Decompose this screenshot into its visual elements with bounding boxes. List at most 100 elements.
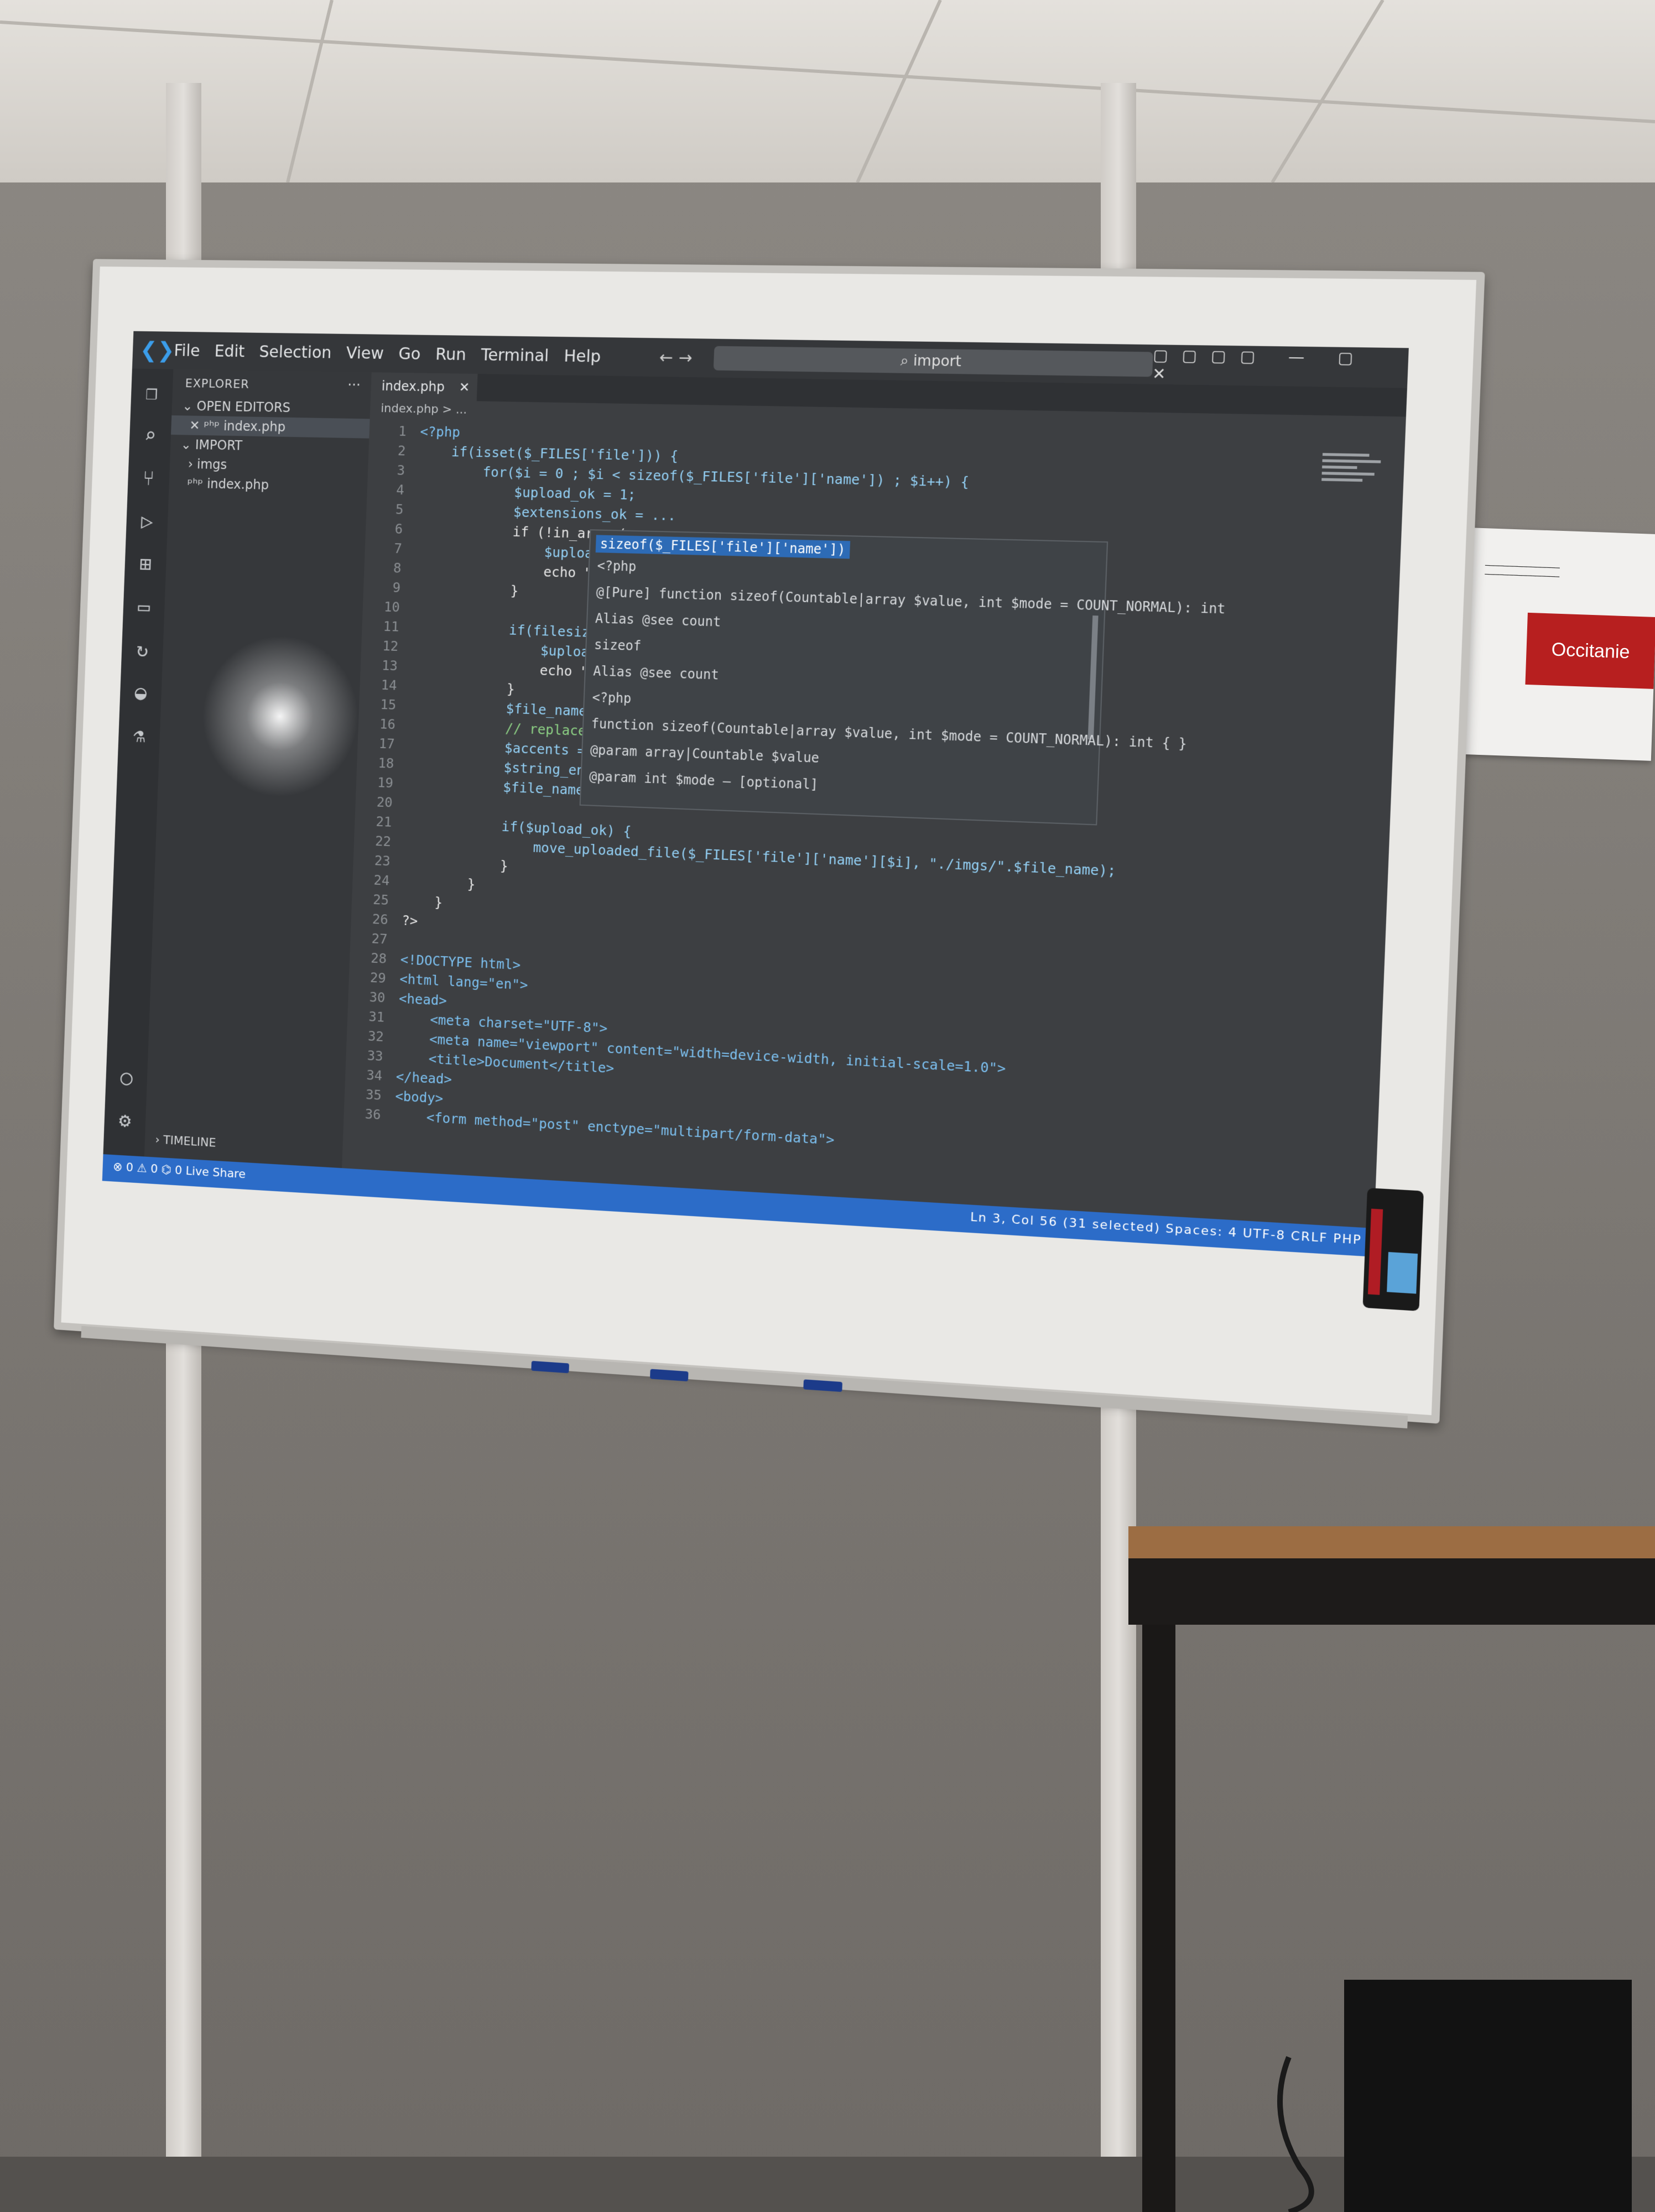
code-text: <?php [420,424,460,440]
taskbar-app-icon[interactable] [925,1240,943,1257]
remote-explorer-icon[interactable]: ▭ [131,593,157,620]
code-text: <body> [395,1088,444,1107]
settings-gear-icon[interactable]: ⚙ [112,1107,138,1134]
poster-logo: Occitanie [1525,613,1655,689]
menu-run[interactable]: Run [435,345,467,364]
taskbar-app-icon[interactable] [858,1236,876,1254]
explorer-icon[interactable]: ❐ [139,379,164,405]
line-number: 27 [350,928,388,949]
line-number: 7 [365,538,402,559]
line-number: 32 [346,1025,384,1047]
line-number: 18 [357,753,394,774]
line-number: 1 [369,421,407,441]
eraser-stripe [1368,1209,1383,1295]
autocomplete-hover-popup[interactable]: sizeof($_FILES['file']['name']) <?php @[P… [580,529,1108,825]
testing-icon[interactable]: ⚗ [127,722,152,748]
projected-screen: ❮❯ File Edit Selection View Go Run Termi… [102,331,1409,1257]
taskbar-app-icon[interactable] [792,1232,809,1250]
window-controls[interactable]: ▢▢▢▢ — ▢ ✕ [1152,346,1397,387]
menu-go[interactable]: Go [398,344,421,363]
line-number: 25 [352,889,389,910]
command-search-box[interactable]: ⌕ import [714,346,1153,377]
php-file-icon: ᵖʰᵖ [179,476,207,491]
line-number: 31 [347,1006,385,1027]
line-number: 3 [368,460,405,481]
ceiling [0,0,1655,182]
line-number: 34 [345,1065,383,1086]
whiteboard: ❮❯ File Edit Selection View Go Run Termi… [54,259,1485,1423]
minimap-line [1322,472,1375,476]
menu-selection[interactable]: Selection [259,342,332,362]
account-icon[interactable]: ◯ [114,1064,139,1091]
marker [803,1379,842,1392]
code-text: } [402,893,443,911]
line-number: 16 [358,713,395,734]
run-debug-icon[interactable]: ▷ [134,508,160,534]
board-eraser [1363,1188,1424,1311]
line-number: 19 [356,772,393,793]
minimap-line [1322,466,1357,469]
live-share-icon[interactable]: ↻ [129,637,155,663]
wall-poster: ──────────────── ──────────────── Occitan… [1462,528,1655,761]
line-number: 4 [367,479,404,500]
table-apron [1128,1558,1655,1625]
code-text [406,795,407,811]
line-number: 14 [360,675,397,695]
code-text: } [404,854,508,874]
hover-doc-line: <?php [592,690,632,706]
poster-brand: Occitanie [1551,639,1630,663]
menu-view[interactable]: View [346,343,384,363]
code-text: <head> [399,990,447,1009]
menu-help[interactable]: Help [564,346,601,366]
line-number: 24 [352,869,390,890]
menu-file[interactable]: File [174,341,200,361]
line-number: 5 [366,499,404,520]
chevron-down-icon: ⌄ [181,437,196,452]
line-number: 23 [353,850,391,871]
table-top [1128,1526,1655,1558]
chevron-right-icon: › [155,1133,164,1147]
taskbar-app-icon[interactable] [726,1228,743,1246]
search-placeholder: import [913,353,961,371]
more-actions-icon[interactable]: ··· [347,377,361,394]
line-number: 21 [355,811,392,832]
taskbar-app-icon[interactable] [993,1244,1011,1257]
search-icon[interactable]: ⌕ [137,422,163,448]
table-leg [1142,1625,1175,2212]
line-number: 10 [362,597,400,617]
selected-expression: sizeof($_FILES['file']['name']) [596,535,850,559]
close-icon[interactable]: ✕ [181,418,204,433]
tab-index-php[interactable]: index.php ✕ [371,372,478,401]
menu-edit[interactable]: Edit [214,342,245,361]
hover-doc-line: @param int $mode — [optional] [589,769,819,792]
line-number: 13 [360,655,398,676]
timeline-header[interactable]: › TIMELINE [155,1133,216,1150]
explorer-title: EXPLORER [185,377,249,392]
start-icon[interactable] [467,1213,483,1230]
vscode-logo-icon: ❮❯ [139,337,166,364]
menu-terminal[interactable]: Terminal [481,345,549,365]
breadcrumb[interactable]: index.php > ... [381,401,467,416]
line-number: 9 [363,577,401,598]
code-text [401,932,402,947]
line-number: 12 [361,635,399,656]
line-number: 26 [351,909,388,930]
hover-scrollbar[interactable] [1088,615,1099,739]
line-number: 11 [362,616,399,637]
minimap[interactable] [1320,450,1393,525]
source-control-icon[interactable]: ⑂ [136,465,162,491]
hover-doc-line: sizeof [594,637,642,654]
close-icon[interactable]: ✕ [459,374,470,401]
status-left[interactable]: ⊗ 0 ⚠ 0 ⌬ 0 Live Share [113,1160,246,1181]
sidebar-item-index-php[interactable]: ᵖʰᵖ index.php [169,473,368,497]
docker-icon[interactable]: ◒ [128,679,153,706]
chevron-down-icon: ⌄ [182,398,197,414]
code-text: $upload_ok = 1; [418,482,636,503]
extensions-icon[interactable]: ⊞ [133,551,158,577]
chevron-right-icon: › [180,456,197,472]
back-forward-arrows-icon[interactable]: ←→ [659,348,698,368]
minimap-line [1323,453,1370,457]
line-number: 36 [344,1103,381,1125]
marker [650,1369,689,1381]
status-right[interactable]: Ln 3, Col 56 (31 selected) Spaces: 4 UTF… [970,1211,1362,1248]
